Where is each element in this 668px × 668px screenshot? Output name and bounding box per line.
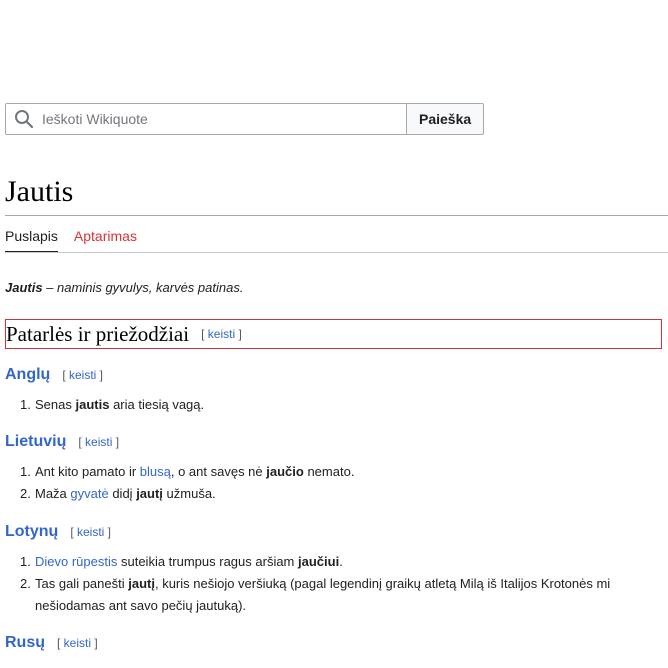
heading-anglu: Anglų [ keisti ] — [5, 366, 103, 384]
list-item-continuation: nešiodamas ant savo pečių jautuką). — [35, 598, 247, 613]
heading-rusu-label: Rusų — [5, 634, 45, 651]
search-icon — [14, 109, 34, 129]
list-item: 2. Tas gali panešti jautį, kuris nešiojo … — [20, 576, 611, 591]
edit-link-rusu[interactable]: keisti — [64, 636, 91, 650]
section-heading: Patarlės ir priežodžiai [ keisti ] — [5, 319, 662, 349]
heading-rusu: Rusų [ keisti ] — [5, 634, 98, 652]
intro-text: Jautis – naminis gyvulys, karvės patinas… — [5, 280, 243, 295]
tab-discussion[interactable]: Aptarimas — [74, 228, 137, 253]
search-box[interactable] — [5, 103, 407, 135]
list-anglu: 1. Senas jautis aria tiesią vagą. — [20, 394, 205, 416]
heading-anglu-label: Anglų — [5, 366, 51, 383]
tab-page[interactable]: Puslapis — [5, 228, 58, 253]
tabs-divider — [5, 252, 668, 253]
section-edit: [ keisti ] — [201, 327, 242, 341]
intro-definition: – naminis gyvulys, karvės patinas. — [42, 280, 244, 295]
list-item: 1. Dievo rūpestis suteikia trumpus ragus … — [20, 554, 343, 569]
heading-lotynu-edit: [ keisti ] — [70, 525, 112, 539]
section-title: Patarlės ir priežodžiai — [6, 321, 190, 346]
section-edit-link[interactable]: keisti — [208, 327, 235, 341]
list-lietuviu: 1. Ant kito pamato ir blusą, o ant savęs … — [20, 461, 355, 505]
heading-lietuviu: Lietuvių [ keisti ] — [5, 433, 119, 451]
list-item: 1. Senas jautis aria tiesią vagą. — [20, 397, 205, 412]
list-lotynu: 1. Dievo rūpestis suteikia trumpus ragus … — [20, 551, 611, 617]
heading-rusu-edit: [ keisti ] — [57, 636, 98, 650]
link-dievo-rupestis[interactable]: Dievo rūpestis — [35, 554, 117, 569]
heading-lietuviu-edit: [ keisti ] — [78, 435, 120, 449]
heading-lotynu-label: Lotynų — [5, 523, 59, 540]
search-button[interactable]: Paieška — [407, 103, 485, 135]
list-item: 1. Ant kito pamato ir blusą, o ant savęs … — [20, 464, 355, 479]
heading-anglu-edit: [ keisti ] — [62, 368, 104, 382]
edit-link-anglu[interactable]: keisti — [69, 368, 96, 382]
search-bar: Paieška — [5, 103, 485, 135]
list-item: 2. Maža gyvatė didį jautį užmuša. — [20, 486, 216, 501]
link-blusa[interactable]: blusą — [140, 464, 171, 479]
edit-link-lietuviu[interactable]: keisti — [85, 435, 112, 449]
edit-link-lotynu[interactable]: keisti — [77, 525, 104, 539]
search-input[interactable] — [42, 111, 382, 127]
title-divider — [5, 215, 668, 216]
heading-lietuviu-label: Lietuvių — [5, 433, 67, 450]
link-gyvate[interactable]: gyvatė — [70, 486, 108, 501]
intro-term: Jautis — [5, 280, 43, 295]
page-title: Jautis — [5, 175, 74, 208]
heading-lotynu: Lotynų [ keisti ] — [5, 523, 111, 541]
page-tabs: Puslapis Aptarimas — [5, 228, 137, 253]
